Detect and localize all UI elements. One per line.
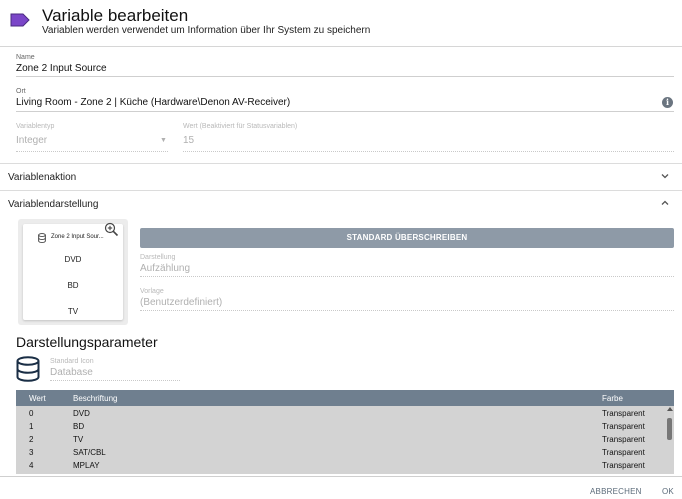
ort-label: Ort: [16, 88, 26, 95]
parameter-table: Wert Beschriftung Farbe 0 DVD Transparen…: [16, 390, 674, 474]
darstellung-underline: [140, 276, 674, 277]
cell-beschriftung: MPLAY: [73, 461, 100, 470]
darstellung-field[interactable]: Darstellung Aufzählung: [140, 254, 190, 274]
preview-title: Zone 2 Input Sour...: [51, 234, 104, 240]
cell-farbe: Transparent: [602, 422, 645, 431]
cell-beschriftung: SAT/CBL: [73, 448, 106, 457]
cell-farbe: Transparent: [602, 409, 645, 418]
ort-underline: [16, 111, 674, 112]
ok-button[interactable]: OK: [662, 487, 674, 496]
chevron-down-icon: ▼: [160, 137, 167, 144]
vorlage-label: Vorlage: [140, 288, 164, 295]
variablentyp-select: Integer: [16, 135, 48, 146]
wert-input: 15: [183, 135, 195, 146]
cell-wert: 4: [29, 461, 34, 470]
vorlage-select[interactable]: (Benutzerdefiniert): [140, 297, 222, 308]
name-label: Name: [16, 54, 35, 61]
vorlage-underline: [140, 310, 674, 311]
name-underline: [16, 76, 674, 77]
variablentyp-underline: [16, 151, 168, 152]
preview-option: TV: [67, 307, 79, 316]
preview-panel: Zone 2 Input Sour... DVD BD TV: [18, 219, 128, 325]
column-header-beschriftung[interactable]: Beschriftung: [73, 394, 117, 403]
cell-beschriftung: BD: [73, 422, 85, 431]
zoom-in-icon[interactable]: [104, 222, 119, 237]
preview-card: Zone 2 Input Sour... DVD BD TV: [23, 224, 123, 320]
table-row[interactable]: 1 BD Transparent: [16, 420, 664, 433]
darstellung-select[interactable]: Aufzählung: [140, 263, 190, 274]
cancel-button[interactable]: ABBRECHEN: [590, 487, 642, 496]
table-row[interactable]: 4 MPLAY Transparent: [16, 459, 664, 472]
cell-farbe: Transparent: [602, 435, 645, 444]
scrollbar-thumb[interactable]: [667, 418, 672, 440]
section-variablenaktion-title: Variablenaktion: [8, 172, 77, 183]
name-field[interactable]: Name Zone 2 Input Source: [16, 54, 107, 74]
table-row[interactable]: 3 SAT/CBL Transparent: [16, 446, 664, 459]
ort-input[interactable]: Living Room - Zone 2 | Küche (Hardware\D…: [16, 97, 290, 108]
section-variablendarstellung-title: Variablendarstellung: [8, 199, 99, 210]
scroll-up-arrow-icon[interactable]: [667, 407, 673, 411]
wert-field: Wert (Beaktiviert für Statusvariablen) 1…: [183, 123, 297, 146]
cell-farbe: Transparent: [602, 448, 645, 457]
cell-beschriftung: TV: [73, 435, 84, 444]
wert-underline: [183, 151, 674, 152]
override-default-button[interactable]: STANDARD ÜBERSCHREIBEN: [140, 228, 674, 248]
chevron-down-icon: [661, 174, 669, 179]
wert-label: Wert (Beaktiviert für Statusvariablen): [183, 123, 298, 130]
cell-wert: 1: [29, 422, 34, 431]
standard-icon-input[interactable]: Database: [50, 367, 94, 378]
table-header: Wert Beschriftung Farbe: [16, 390, 674, 406]
ort-field[interactable]: Ort Living Room - Zone 2 | Küche (Hardwa…: [16, 88, 290, 108]
dialog-header: Variable bearbeiten Variablen werden ver…: [0, 0, 682, 47]
dialog-subtitle: Variablen werden verwendet um Informatio…: [42, 25, 371, 36]
dialog-footer: ABBRECHEN OK: [0, 476, 682, 499]
table-row[interactable]: 0 DVD Transparent: [16, 407, 664, 420]
chevron-up-icon: [661, 200, 669, 205]
cell-wert: 2: [29, 435, 34, 444]
table-row[interactable]: 2 TV Transparent: [16, 433, 664, 446]
database-icon: [38, 233, 46, 243]
standard-icon-field[interactable]: Standard Icon Database: [50, 358, 94, 378]
cell-wert: 3: [29, 448, 34, 457]
column-header-wert[interactable]: Wert: [29, 394, 46, 403]
parameters-title: Darstellungsparameter: [16, 334, 158, 350]
table-scrollbar[interactable]: [666, 406, 674, 474]
section-variablendarstellung[interactable]: Variablendarstellung: [0, 190, 682, 217]
standard-icon-underline: [50, 380, 180, 381]
vorlage-field[interactable]: Vorlage (Benutzerdefiniert): [140, 288, 222, 308]
name-input[interactable]: Zone 2 Input Source: [16, 63, 107, 74]
section-variablenaktion[interactable]: Variablenaktion: [0, 163, 682, 190]
column-header-farbe[interactable]: Farbe: [602, 394, 623, 403]
tag-icon: [10, 13, 30, 27]
darstellung-label: Darstellung: [140, 254, 176, 261]
cell-wert: 0: [29, 409, 34, 418]
cell-beschriftung: DVD: [73, 409, 90, 418]
preview-option: DVD: [64, 255, 82, 264]
preview-option: BD: [67, 281, 79, 290]
variablentyp-field: Variablentyp Integer: [16, 123, 54, 146]
standard-icon-label: Standard Icon: [50, 358, 94, 365]
info-icon[interactable]: i: [662, 97, 673, 108]
database-icon[interactable]: [16, 356, 40, 382]
cell-farbe: Transparent: [602, 461, 645, 470]
dialog-title: Variable bearbeiten: [42, 6, 189, 25]
variablentyp-label: Variablentyp: [16, 123, 55, 130]
